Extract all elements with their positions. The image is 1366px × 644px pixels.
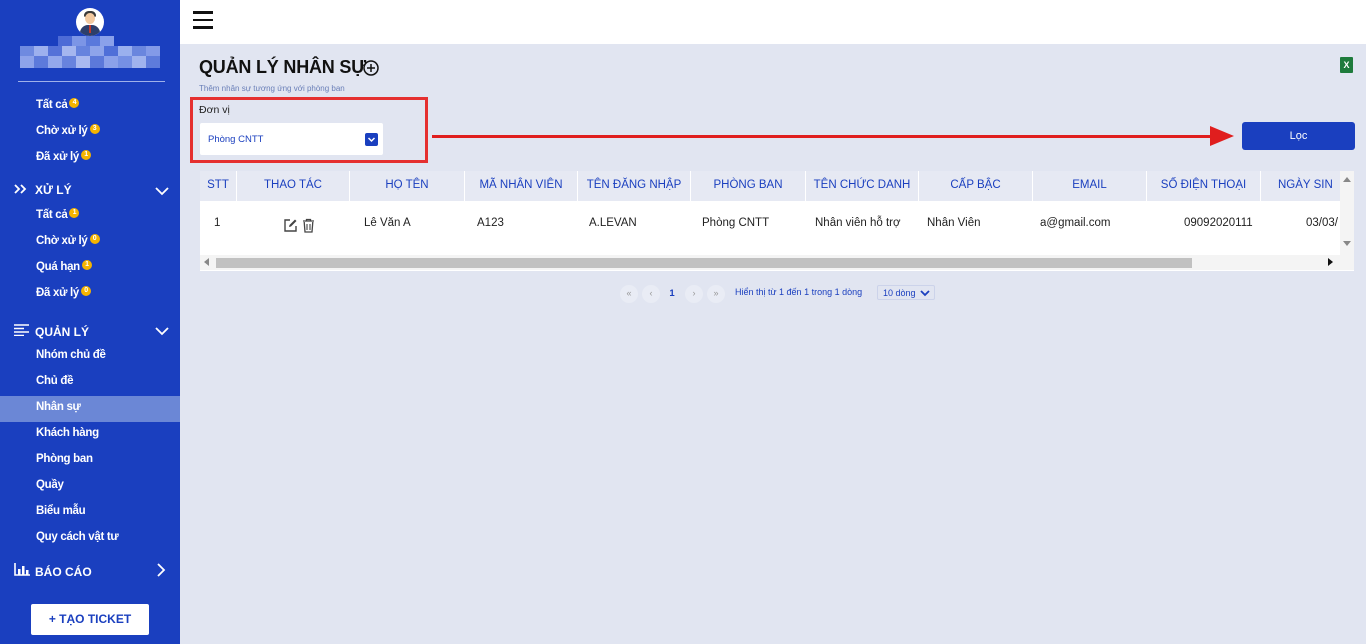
double-chevron-right-icon <box>14 183 30 197</box>
column-header[interactable]: MÃ NHÂN VIÊN <box>465 171 578 201</box>
annotation-arrow-head <box>1210 126 1234 146</box>
section-title: XỬ LÝ <box>35 183 72 197</box>
chevron-down-icon <box>920 290 930 297</box>
edit-icon[interactable] <box>283 218 298 236</box>
scroll-right-arrow-icon[interactable] <box>1328 258 1333 266</box>
scroll-down-arrow-icon[interactable] <box>1343 241 1351 246</box>
cell-phong-ban: Phòng CNTT <box>702 217 770 229</box>
table-header: STT THAO TÁC HỌ TÊN MÃ NHÂN VIÊN TÊN ĐĂN… <box>200 171 1354 201</box>
sidebar-item-chu-de[interactable]: Chủ đề <box>36 375 73 387</box>
page-size-value: 10 dòng <box>883 288 916 298</box>
sidebar-item-xl-tat-ca[interactable]: Tất cả 1 <box>36 208 80 221</box>
sidebar-item-quay[interactable]: Quầy <box>36 479 64 491</box>
sidebar: Tất cả 4 Chờ xử lý 3 Đã xử lý 1 XỬ LÝ Tất c… <box>0 0 180 644</box>
section-title: BÁO CÁO <box>35 565 92 579</box>
count-badge: 3 <box>89 124 100 134</box>
sidebar-item-phong-ban[interactable]: Phòng ban <box>36 453 93 465</box>
sidebar-section-quan-ly[interactable]: QUẢN LÝ <box>14 324 89 339</box>
sidebar-item-label: Tất cả <box>36 99 68 111</box>
cell-stt: 1 <box>214 217 221 229</box>
column-header[interactable]: CẤP BẬC <box>919 171 1033 201</box>
sidebar-divider <box>18 81 165 82</box>
sidebar-item-label: Chờ xử lý <box>36 235 88 247</box>
column-header[interactable]: THAO TÁC <box>237 171 350 201</box>
column-header[interactable]: TÊN CHỨC DANH <box>806 171 919 201</box>
column-header[interactable]: PHÒNG BAN <box>691 171 806 201</box>
column-header[interactable]: SỐ ĐIỆN THOẠI <box>1147 171 1261 201</box>
create-ticket-button[interactable]: + TẠO TICKET <box>31 604 149 635</box>
cell-ho-ten: Lê Văn A <box>364 217 411 229</box>
sidebar-item-nhan-su[interactable]: Nhân sự <box>36 401 81 413</box>
cell-chuc-danh: Nhân viên hỗ trợ <box>815 217 901 229</box>
sidebar-item-label: Chờ xử lý <box>36 125 88 137</box>
cell-ngay-sinh: 03/03/ <box>1306 217 1338 229</box>
highlight-box <box>190 97 428 163</box>
sidebar-active-highlight <box>0 396 180 422</box>
sidebar-section-xu-ly[interactable]: XỬ LÝ <box>14 183 72 197</box>
next-page-button[interactable]: › <box>685 285 703 303</box>
pagination-info: Hiển thị từ 1 đến 1 trong 1 dòng <box>735 287 863 297</box>
count-badge: 1 <box>81 260 92 270</box>
staff-table: STT THAO TÁC HỌ TÊN MÃ NHÂN VIÊN TÊN ĐĂN… <box>200 171 1354 271</box>
delete-icon[interactable] <box>302 218 315 236</box>
sidebar-item-label: Đã xử lý <box>36 151 80 163</box>
sidebar-item-xl-cho-xu-ly[interactable]: Chờ xử lý 0 <box>36 234 100 247</box>
column-header[interactable]: STT <box>200 171 237 201</box>
column-header[interactable]: EMAIL <box>1033 171 1147 201</box>
sidebar-item-da-xu-ly[interactable]: Đã xử lý 1 <box>36 150 92 163</box>
count-badge: 4 <box>69 98 80 108</box>
add-circle-icon[interactable] <box>363 60 379 76</box>
scrollbar-thumb[interactable] <box>216 258 1192 268</box>
sidebar-item-tat-ca[interactable]: Tất cả 4 <box>36 98 80 111</box>
page-title: QUẢN LÝ NHÂN SỰ <box>199 57 366 77</box>
sidebar-item-khach-hang[interactable]: Khách hàng <box>36 427 99 439</box>
filter-button[interactable]: Lọc <box>1242 122 1355 150</box>
sidebar-item-label: Đã xử lý <box>36 287 80 299</box>
annotation-arrow-line <box>432 135 1222 138</box>
bar-chart-icon <box>14 563 30 579</box>
current-page[interactable]: 1 <box>663 285 681 303</box>
count-badge: 1 <box>81 150 92 160</box>
vertical-scrollbar[interactable] <box>1340 171 1354 255</box>
chevron-down-icon[interactable] <box>155 186 169 196</box>
cell-cap-bac: Nhân Viên <box>927 217 981 229</box>
cell-email: a@gmail.com <box>1040 217 1111 229</box>
page-size-select[interactable]: 10 dòng <box>877 285 935 300</box>
column-header[interactable]: TÊN ĐĂNG NHẬP <box>578 171 691 201</box>
cell-ten-dang-nhap: A.LEVAN <box>589 217 637 229</box>
sidebar-section-bao-cao[interactable]: BÁO CÁO <box>14 563 92 579</box>
sidebar-item-xl-qua-han[interactable]: Quá hạn 1 <box>36 260 92 273</box>
sidebar-item-nhom-chu-de[interactable]: Nhóm chủ đề <box>36 349 106 361</box>
column-header[interactable]: HỌ TÊN <box>350 171 465 201</box>
top-bar <box>180 0 1366 44</box>
last-page-button[interactable]: » <box>707 285 725 303</box>
chevron-down-icon[interactable] <box>155 326 169 336</box>
scroll-up-arrow-icon[interactable] <box>1343 177 1351 182</box>
page-subtitle: Thêm nhân sự tương ứng với phòng ban <box>199 84 345 93</box>
cell-ma-nhan-vien: A123 <box>477 217 504 229</box>
username-pixelated <box>20 36 160 74</box>
sidebar-item-xl-da-xu-ly[interactable]: Đã xử lý 0 <box>36 286 92 299</box>
hamburger-menu-icon[interactable] <box>193 11 213 30</box>
chevron-right-icon[interactable] <box>156 563 166 577</box>
count-badge: 0 <box>81 286 92 296</box>
section-title: QUẢN LÝ <box>35 325 89 339</box>
count-badge: 0 <box>89 234 100 244</box>
scroll-left-arrow-icon[interactable] <box>204 258 209 266</box>
sidebar-item-cho-xu-ly[interactable]: Chờ xử lý 3 <box>36 124 100 137</box>
list-lines-icon <box>14 324 30 339</box>
sidebar-item-label: Tất cả <box>36 209 68 221</box>
cell-so-dien-thoai: 09092020111 <box>1184 217 1253 229</box>
prev-page-button[interactable]: ‹ <box>642 285 660 303</box>
first-page-button[interactable]: « <box>620 285 638 303</box>
user-avatar[interactable] <box>76 8 104 36</box>
sidebar-item-quy-cach-vat-tu[interactable]: Quy cách vật tư <box>36 531 119 543</box>
sidebar-item-bieu-mau[interactable]: Biểu mẫu <box>36 505 86 517</box>
horizontal-scrollbar[interactable] <box>200 255 1354 270</box>
count-badge: 1 <box>69 208 80 218</box>
excel-export-icon[interactable]: X <box>1340 57 1353 73</box>
sidebar-item-label: Quá hạn <box>36 261 80 273</box>
